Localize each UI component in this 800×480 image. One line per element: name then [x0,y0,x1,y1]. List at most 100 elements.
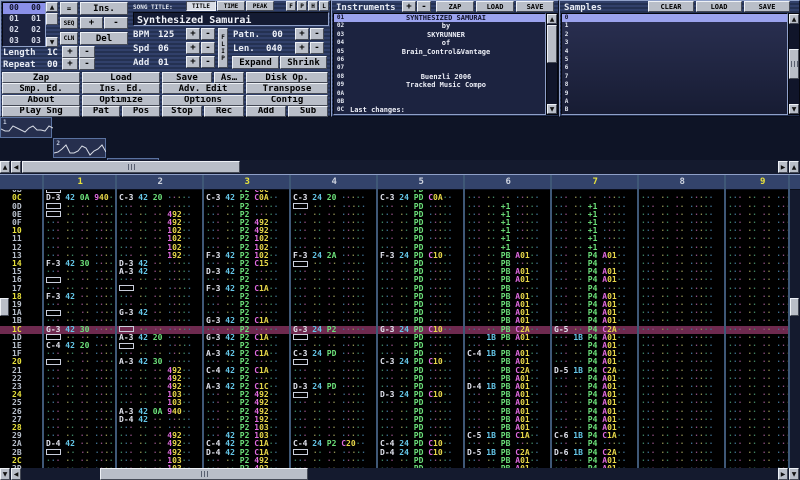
sample-scroll-thumb[interactable] [789,49,799,79]
song-title-field[interactable]: Synthesized Samurai [133,12,329,26]
instrument-row[interactable]: Last changes: [347,106,546,114]
equals-button[interactable]: = [60,2,78,15]
pattern-cell[interactable]: D-4 1B PB A01·· [467,383,550,391]
pattern-channel-header[interactable]: 123456789 [0,174,800,190]
pattern-cell[interactable]: ··· ·· ·· ····· [641,375,724,383]
pattern-cell[interactable]: ··· ·· PB A01·· [467,391,550,399]
sample-clear-button[interactable]: CLEAR [648,1,694,12]
pattern-cell[interactable]: ··· ·· ·· 492·· [119,383,202,391]
pattern-cell[interactable]: F-3 24 PD C10·· [380,252,463,260]
pattern-cell[interactable]: ··· ·· P4 A01·· [554,375,637,383]
mini-f-button[interactable]: F [286,1,296,11]
pattern-cell[interactable]: ·· ·· ····· [293,358,376,366]
pattern-cell[interactable]: ·· ·· ····· [46,276,115,284]
pattern-cell[interactable]: ··· ·· ·· 103·· [119,457,202,465]
pattern-cell[interactable]: ··· ·· ·· 492·· [119,219,202,227]
pattern-cell[interactable]: ··· ·· PB A01·· [467,358,550,366]
pattern-cell[interactable]: ··· ·· P2 ····· [206,342,289,350]
pattern-cell[interactable]: ··· ·· ·· ····· [467,194,550,202]
pattern-cell[interactable]: D-5 1B P4 C2A·· [554,367,637,375]
channel-header-8[interactable]: 8 [680,177,685,187]
pattern-cell[interactable]: ··· ·· P2 C15·· [206,260,289,268]
scroll-right-icon[interactable]: ▶ [778,161,788,173]
pattern-cell[interactable]: C-3 24 PD ····· [293,350,376,358]
cln-button[interactable]: CLN [60,32,78,45]
scopes-scrollbar[interactable]: ▲ ◀ ▶ ▲ [0,160,800,174]
pattern-cell[interactable]: ··· ·· ·· ····· [293,457,376,465]
pattern-cell[interactable]: ··· ·· PB A01·· [467,424,550,432]
pattern-cell[interactable]: ··· ·· PD ····· [380,432,463,440]
menu-transpose-button[interactable]: Transpose [246,83,328,94]
sample-row[interactable] [571,64,788,72]
pattern-cell[interactable]: ··· ·· PD ····· [380,416,463,424]
pattern-cell[interactable]: ··· ·· ·· ····· [119,317,202,325]
pattern-cell[interactable]: ··· ·· +1 ····· [467,211,550,219]
order-row[interactable]: 0000 [3,3,46,14]
instrument-row[interactable] [347,98,545,106]
pattern-cell[interactable]: ··· ·· ·· 102·· [119,227,202,235]
bpm-plus-button[interactable]: + [186,28,200,40]
scope-channel-2[interactable]: 2 [53,138,105,159]
pattern-cell[interactable]: ··· ·· +1 ····· [554,235,637,243]
pattern-cell[interactable]: ··· ·· ·· ····· [293,375,376,383]
pattern-cell[interactable]: ··· ·· ·· ····· [641,317,724,325]
pattern-cell[interactable]: A-3 42 P2 C1C·· [206,383,289,391]
order-scroll-thumb[interactable] [46,13,58,25]
pattern-cell[interactable]: ··· ·· ·· ····· [293,301,376,309]
instrument-save-button[interactable]: SAVE [516,1,554,12]
pattern-cell[interactable]: ··· ·· PD ····· [380,276,463,284]
pattern-cell[interactable]: C-4 42 P2 C1A·· [206,367,289,375]
order-cell[interactable]: 01 [25,14,46,25]
pattern-cell[interactable]: ··· ·· PB A01·· [467,408,550,416]
pattern-cell[interactable]: ··· ·· ·· 192·· [119,252,202,260]
pattern-cell[interactable]: ··· ·· PD ····· [380,399,463,407]
pattern-cell[interactable]: ··· 42 P2 103·· [206,432,289,440]
scroll-down2-icon[interactable]: ▼ [789,468,799,480]
pattern-cell[interactable]: ··· ·· PB A01·· [467,301,550,309]
sample-number[interactable]: 1 [562,22,571,30]
pattern-cell[interactable]: ··· ·· ·· 103·· [119,399,202,407]
sample-scroll-down-icon[interactable]: ▼ [789,104,799,114]
pattern-cell[interactable]: ··· ·· ·· ····· [641,301,724,309]
pattern-cell[interactable]: ··· ·· ·· 492·· [119,211,202,219]
pattern-cell[interactable]: ··· ·· P2 492·· [206,408,289,416]
pattern-cell[interactable]: ··· ·· PB A01·· [467,276,550,284]
pattern-cell[interactable]: ·· ·· ····· [46,309,115,317]
pattern-cell[interactable]: G-3 42 P2 C1A·· [206,317,289,325]
pattern-cell[interactable]: F-3 42 ·· ····· [46,293,115,301]
pattern-cell[interactable]: D-3 24 PD ····· [293,383,376,391]
len-plus-button[interactable]: + [295,42,309,54]
pattern-cell[interactable]: G-3 42 P2 C1A·· [206,334,289,342]
pattern-cell[interactable]: G-3 42 30 ····· [46,326,115,334]
order-cell[interactable]: 01 [3,14,25,25]
channel-header-2[interactable]: 2 [158,177,163,187]
pattern-cell[interactable]: C-4 1B PB A01·· [467,350,550,358]
pattern-cell[interactable]: ··· ·· P4 A01·· [554,252,637,260]
pattern-cell[interactable]: ··· ·· ·· ····· [293,219,376,227]
pattern-cell[interactable]: ··· ·· ·· ····· [46,285,115,293]
pattern-cell[interactable]: ··· ·· ·· ····· [641,326,724,334]
instrument-row[interactable] [347,64,545,72]
pattern-cell[interactable]: ··· ·· PB A01·· [467,309,550,317]
sample-number[interactable]: 3 [562,39,571,47]
instrument-number[interactable]: 0A [334,90,347,98]
order-scroll-up-icon[interactable]: ▲ [46,2,58,12]
pattern-vscroll-left-thumb[interactable] [0,298,9,316]
pattern-cell[interactable]: ··· ·· ·· ····· [46,317,115,325]
instrument-plus-button[interactable]: + [402,1,416,12]
pattern-cell[interactable]: A-3 42 0A 940·· [119,408,202,416]
pattern-cell[interactable]: ··· ·· ·· ····· [293,244,376,252]
pattern-cell[interactable]: D-6 1B P4 C2A·· [554,449,637,457]
channel-header-6[interactable]: 6 [506,177,511,187]
pattern-cell[interactable]: ··· ·· PD ····· [380,268,463,276]
pattern-cell[interactable]: D-3 42 P2 ····· [206,268,289,276]
pattern-cell[interactable]: ··· ·· P4 A01·· [554,268,637,276]
menu-zap-button[interactable]: Zap [2,72,80,83]
add-minus-button[interactable]: - [201,56,215,68]
menu-options-button[interactable]: Options [162,95,244,106]
order-scroll-down-icon[interactable]: ▼ [46,37,58,47]
pattern-cell[interactable]: ·· ·· ····· [293,334,376,342]
pattern-cell[interactable]: ··· ·· ·· ····· [46,399,115,407]
pattern-cell[interactable]: ··· ·· ·· ····· [641,367,724,375]
pattern-cell[interactable]: C-3 42 P2 C0A·· [206,194,289,202]
